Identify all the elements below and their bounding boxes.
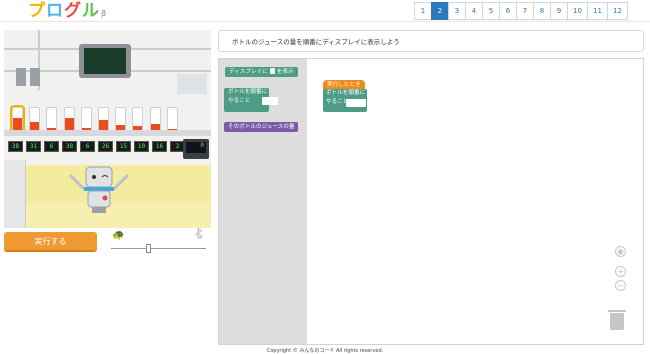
header-bar: プログルβ 1 2 3 4 5 6 7 8 9 10 11 12 xyxy=(0,0,650,22)
recenter-icon[interactable]: ◉ xyxy=(615,246,626,257)
speed-slider-track[interactable] xyxy=(111,248,206,249)
counter-value: 0 xyxy=(186,142,206,153)
block-toolbox: ディスプレイに を表示 ボトルを順番に やること そのボトルのジュースの量 xyxy=(219,59,307,344)
workspace-loop-line2: やること xyxy=(326,99,349,105)
page-button-7[interactable]: 7 xyxy=(516,2,534,20)
bottle-shelf xyxy=(4,130,211,136)
toolbox-variable-block[interactable]: そのボトルのジュースの量 xyxy=(224,122,299,132)
display-digit: 31 xyxy=(26,141,41,152)
run-button[interactable]: 実行する xyxy=(4,232,97,252)
bottle-juice xyxy=(64,117,74,130)
bottle xyxy=(98,107,109,131)
page-button-12[interactable]: 12 xyxy=(607,2,628,20)
loop-block-socket xyxy=(262,97,278,105)
page-button-1[interactable]: 1 xyxy=(414,2,432,20)
value-slot xyxy=(269,68,275,74)
zoom-in-icon[interactable]: + xyxy=(615,266,626,277)
app-logo[interactable]: プログルβ xyxy=(28,0,107,22)
tank xyxy=(16,68,26,86)
page-button-8[interactable]: 8 xyxy=(533,2,551,20)
bottle xyxy=(80,107,92,131)
block-workspace[interactable]: ディスプレイに を表示 ボトルを順番に やること そのボトルのジュースの量 実行し… xyxy=(218,58,644,345)
robot-character xyxy=(68,166,130,213)
page-button-6[interactable]: 6 xyxy=(499,2,517,20)
display-block-prefix: ディスプレイに xyxy=(229,69,268,75)
stage-canvas: 38 31 6 38 6 26 15 10 16 2 0 xyxy=(4,30,211,228)
logo-char-2: ロ xyxy=(46,1,64,21)
logo-char-4: ル xyxy=(82,1,100,21)
task-instruction: ボトルのジュースの量を順番にディスプレイに表示しよう xyxy=(218,30,644,52)
logo-char-1: プ xyxy=(28,1,46,21)
page-button-9[interactable]: 9 xyxy=(550,2,568,20)
bottle xyxy=(10,105,25,133)
bottle-juice xyxy=(99,120,108,130)
logo-char-3: グ xyxy=(64,1,82,21)
side-machine xyxy=(4,160,26,228)
display-block-suffix: を表示 xyxy=(276,69,294,75)
stage-pagination: 1 2 3 4 5 6 7 8 9 10 11 12 xyxy=(414,2,628,20)
page-button-4[interactable]: 4 xyxy=(465,2,483,20)
machine xyxy=(177,74,207,94)
toolbox-display-block[interactable]: ディスプレイに を表示 xyxy=(225,67,298,77)
logo-beta: β xyxy=(101,9,108,18)
factory-monitor xyxy=(79,44,131,78)
display-digit: 38 xyxy=(8,141,23,152)
trash-icon[interactable] xyxy=(608,310,626,330)
tank xyxy=(30,68,40,86)
page-button-5[interactable]: 5 xyxy=(482,2,500,20)
loop-block-line2: やること xyxy=(228,98,251,104)
display-digit: 26 xyxy=(98,141,113,152)
display-digit: 10 xyxy=(134,141,149,152)
display-digit: 6 xyxy=(44,141,59,152)
bottle xyxy=(115,107,127,131)
display-row: 38 31 6 38 6 26 15 10 16 2 xyxy=(8,141,188,152)
page-button-3[interactable]: 3 xyxy=(448,2,466,20)
display-digit: 6 xyxy=(80,141,95,152)
page-button-11[interactable]: 11 xyxy=(587,2,608,20)
display-digit: 15 xyxy=(116,141,131,152)
bottle xyxy=(29,107,41,131)
counter-panel: 0 xyxy=(183,139,209,159)
bottle xyxy=(46,107,58,131)
page-button-10[interactable]: 10 xyxy=(567,2,588,20)
bottle-juice xyxy=(13,117,22,130)
bottle xyxy=(149,107,161,131)
zoom-out-icon[interactable]: − xyxy=(615,280,626,291)
display-digit: 38 xyxy=(62,141,77,152)
bottle xyxy=(166,107,178,131)
bottle xyxy=(132,107,144,131)
bottle xyxy=(63,107,75,131)
footer-copyright: Copyright © みんなのコード All rights reserved. xyxy=(266,348,384,354)
rabbit-icon: 🐇 xyxy=(193,229,206,240)
bottle-juice xyxy=(30,122,40,130)
turtle-icon: 🐢 xyxy=(112,230,125,241)
speed-slider-handle[interactable] xyxy=(146,244,151,253)
display-digit: 16 xyxy=(152,141,167,152)
page-button-2[interactable]: 2 xyxy=(431,2,449,20)
